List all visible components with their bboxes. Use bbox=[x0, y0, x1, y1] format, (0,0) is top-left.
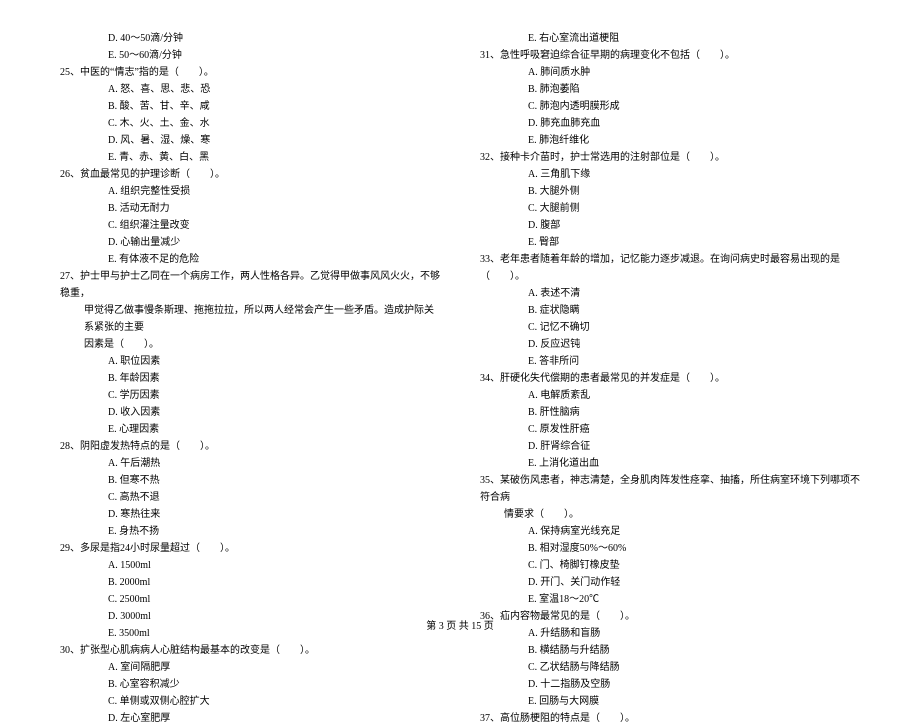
q31-opt-c: C. 肺泡内透明膜形成 bbox=[480, 98, 860, 115]
q26: 26、贫血最常见的护理诊断（ ）。 bbox=[60, 166, 440, 183]
q25-opt-c: C. 木、火、土、金、水 bbox=[60, 115, 440, 132]
q35-opt-d: D. 开门、关门动作轻 bbox=[480, 574, 860, 591]
q31-opt-d: D. 肺充血肺充血 bbox=[480, 115, 860, 132]
q27-line3: 因素是（ ）。 bbox=[60, 336, 440, 353]
q25-opt-e: E. 青、赤、黄、白、黑 bbox=[60, 149, 440, 166]
q24-opt-e: E. 50～60滴/分钟 bbox=[60, 47, 440, 64]
q26-opt-a: A. 组织完整性受损 bbox=[60, 183, 440, 200]
q27-opt-d: D. 收入因素 bbox=[60, 404, 440, 421]
q33-opt-e: E. 答非所问 bbox=[480, 353, 860, 370]
q27-line1: 27、护士甲与护士乙同在一个病房工作，两人性格各异。乙觉得甲做事风风火火，不够稳… bbox=[60, 268, 440, 302]
q34-opt-c: C. 原发性肝癌 bbox=[480, 421, 860, 438]
q27-opt-b: B. 年龄因素 bbox=[60, 370, 440, 387]
q36-opt-e: E. 回肠与大网膜 bbox=[480, 693, 860, 710]
q26-opt-c: C. 组织灌注量改变 bbox=[60, 217, 440, 234]
q32: 32、接种卡介苗时，护士常选用的注射部位是（ ）。 bbox=[480, 149, 860, 166]
q34-opt-d: D. 肝肾综合征 bbox=[480, 438, 860, 455]
q33-opt-b: B. 症状隐瞒 bbox=[480, 302, 860, 319]
q26-opt-b: B. 活动无耐力 bbox=[60, 200, 440, 217]
q30-opt-b: B. 心室容积减少 bbox=[60, 676, 440, 693]
q31-opt-e: E. 肺泡纤维化 bbox=[480, 132, 860, 149]
q34-opt-a: A. 电解质紊乱 bbox=[480, 387, 860, 404]
q36-opt-d: D. 十二指肠及空肠 bbox=[480, 676, 860, 693]
q27-opt-e: E. 心理因素 bbox=[60, 421, 440, 438]
q34-opt-e: E. 上消化道出血 bbox=[480, 455, 860, 472]
q31-opt-b: B. 肺泡萎陷 bbox=[480, 81, 860, 98]
q24-opt-d: D. 40～50滴/分钟 bbox=[60, 30, 440, 47]
q33: 33、老年患者随着年龄的增加，记忆能力逐步减退。在询问病史时最容易出现的是（ ）… bbox=[480, 251, 860, 285]
q33-opt-d: D. 反应迟钝 bbox=[480, 336, 860, 353]
q28-opt-c: C. 高热不退 bbox=[60, 489, 440, 506]
q32-opt-c: C. 大腿前侧 bbox=[480, 200, 860, 217]
q30-opt-a: A. 室间隔肥厚 bbox=[60, 659, 440, 676]
q35-opt-b: B. 相对湿度50%～60% bbox=[480, 540, 860, 557]
q28-opt-e: E. 身热不扬 bbox=[60, 523, 440, 540]
q35-opt-e: E. 室温18～20℃ bbox=[480, 591, 860, 608]
q30-opt-d: D. 左心室肥厚 bbox=[60, 710, 440, 727]
q36-opt-b: B. 横结肠与升结肠 bbox=[480, 642, 860, 659]
q28-opt-a: A. 午后潮热 bbox=[60, 455, 440, 472]
q36-opt-c: C. 乙状结肠与降结肠 bbox=[480, 659, 860, 676]
q29-opt-a: A. 1500ml bbox=[60, 557, 440, 574]
q32-opt-d: D. 腹部 bbox=[480, 217, 860, 234]
q31-opt-a: A. 肺间质水肿 bbox=[480, 64, 860, 81]
q33-opt-a: A. 表述不清 bbox=[480, 285, 860, 302]
q31: 31、急性呼吸窘迫综合征早期的病理变化不包括（ ）。 bbox=[480, 47, 860, 64]
q26-opt-e: E. 有体液不足的危险 bbox=[60, 251, 440, 268]
q25: 25、中医的“情志”指的是（ ）。 bbox=[60, 64, 440, 81]
q32-opt-b: B. 大腿外侧 bbox=[480, 183, 860, 200]
q28: 28、阴阳虚发热特点的是（ ）。 bbox=[60, 438, 440, 455]
q29-opt-c: C. 2500ml bbox=[60, 591, 440, 608]
q34-opt-b: B. 肝性脑病 bbox=[480, 404, 860, 421]
q35-opt-a: A. 保持病室光线充足 bbox=[480, 523, 860, 540]
q35-line1: 35、某破伤风患者，神志清楚，全身肌肉阵发性痉挛、抽搐，所住病室环境下列哪项不符… bbox=[480, 472, 860, 506]
q32-opt-e: E. 臀部 bbox=[480, 234, 860, 251]
q29-opt-b: B. 2000ml bbox=[60, 574, 440, 591]
q28-opt-b: B. 但寒不热 bbox=[60, 472, 440, 489]
q33-opt-c: C. 记忆不确切 bbox=[480, 319, 860, 336]
q27-opt-a: A. 职位因素 bbox=[60, 353, 440, 370]
q30: 30、扩张型心肌病病人心脏结构最基本的改变是（ ）。 bbox=[60, 642, 440, 659]
q37: 37、高位肠梗阻的特点是（ ）。 bbox=[480, 710, 860, 727]
q30-opt-e: E. 右心室流出道梗阻 bbox=[480, 30, 860, 47]
q35-opt-c: C. 门、椅脚钉橡皮垫 bbox=[480, 557, 860, 574]
q27-opt-c: C. 学历因素 bbox=[60, 387, 440, 404]
q35-line2: 情要求（ ）。 bbox=[480, 506, 860, 523]
q29: 29、多尿是指24小时尿量超过（ ）。 bbox=[60, 540, 440, 557]
q34: 34、肝硬化失代偿期的患者最常见的并发症是（ ）。 bbox=[480, 370, 860, 387]
q27-line2: 甲觉得乙做事慢条斯理、拖拖拉拉，所以两人经常会产生一些矛盾。造成护际关系紧张的主… bbox=[60, 302, 440, 336]
q30-opt-c: C. 单侧或双侧心腔扩大 bbox=[60, 693, 440, 710]
q25-opt-d: D. 风、暑、湿、燥、寒 bbox=[60, 132, 440, 149]
q32-opt-a: A. 三角肌下缘 bbox=[480, 166, 860, 183]
page-footer: 第 3 页 共 15 页 bbox=[0, 617, 920, 632]
q28-opt-d: D. 寒热往来 bbox=[60, 506, 440, 523]
q26-opt-d: D. 心输出量减少 bbox=[60, 234, 440, 251]
q25-opt-a: A. 怒、喜、思、悲、恐 bbox=[60, 81, 440, 98]
q25-opt-b: B. 酸、苦、甘、辛、咸 bbox=[60, 98, 440, 115]
